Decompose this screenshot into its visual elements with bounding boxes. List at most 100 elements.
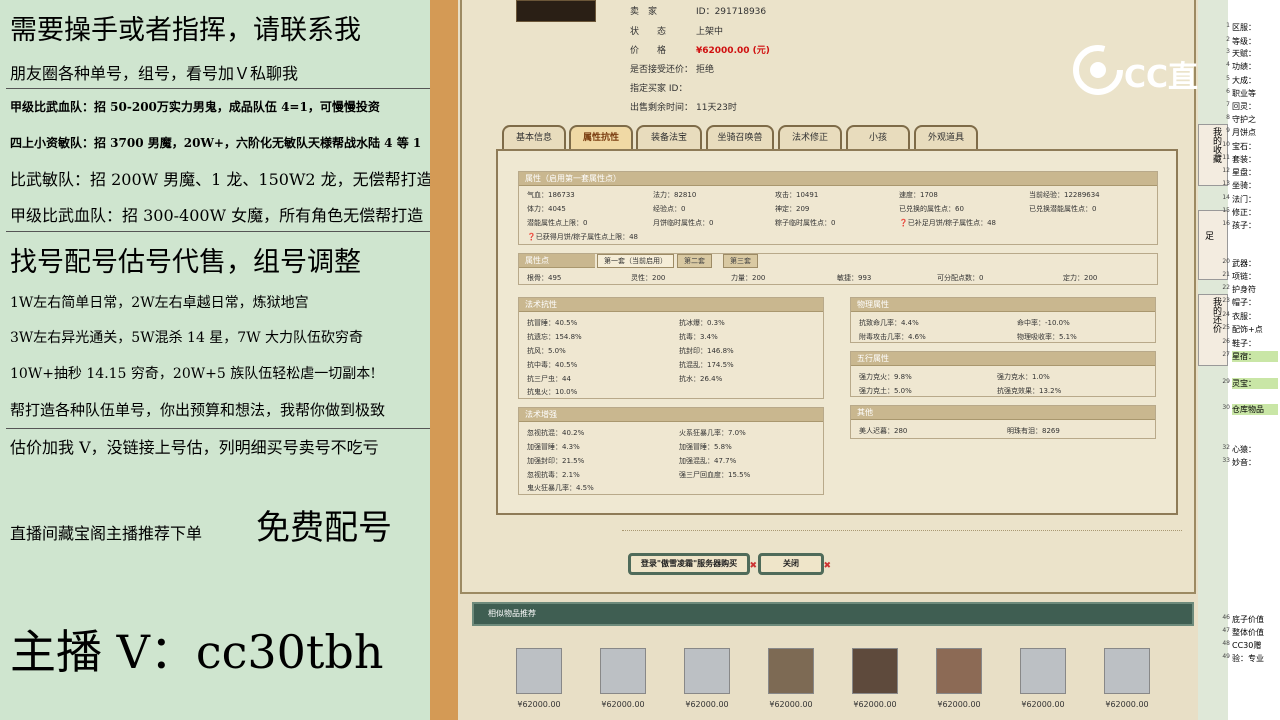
sheet-cell[interactable]: 法门：	[1232, 194, 1256, 205]
recommended-item[interactable]: ¥62000.00	[936, 648, 982, 709]
recommended-item[interactable]: ¥62000.00	[1104, 648, 1150, 709]
sheet-cell[interactable]: 护身符	[1232, 284, 1256, 295]
sheet-cell[interactable]: 仓库物品	[1232, 404, 1278, 415]
character-portrait	[516, 648, 562, 694]
recommended-item[interactable]: ¥62000.00	[852, 648, 898, 709]
sheet-row-number: 49	[1222, 653, 1230, 660]
tab-appearance[interactable]: 外观道具	[914, 125, 978, 149]
sheet-cell[interactable]: 等级：	[1232, 36, 1256, 47]
tab-attributes[interactable]: 属性抗性	[569, 125, 633, 149]
sheet-cell[interactable]: 整体价值	[1232, 627, 1264, 638]
box-header: 法术增强	[519, 408, 823, 422]
sheet-cell[interactable]: 宝石：	[1232, 141, 1256, 152]
sheet-cell[interactable]: CC30赠	[1232, 640, 1261, 651]
character-portrait	[1020, 648, 1066, 694]
sheet-cell[interactable]: 守护之	[1232, 114, 1256, 125]
sheet-cell[interactable]: 项链：	[1232, 271, 1256, 282]
sheet-cell[interactable]: 职业等	[1232, 88, 1256, 99]
sheet-cell[interactable]: 月饼点	[1232, 127, 1256, 138]
tab-point-set-2[interactable]: 第二套	[677, 254, 712, 268]
phys-cell: 抗致命几率：4.4%	[859, 319, 919, 327]
base-attr-box: 属性（启用第一套属性点） 气血：186733 法力：82810 攻击：10491…	[518, 171, 1158, 245]
sheet-cell[interactable]: 功绩：	[1232, 61, 1256, 72]
close-button[interactable]: 关闭 ✖	[758, 553, 831, 575]
divider	[6, 231, 430, 232]
stat-points-box: 属性点 第一套（当前启用） 第二套 第三套 根骨：495 灵性：200 力量：2…	[518, 253, 1158, 285]
sheet-cell[interactable]: 大成：	[1232, 75, 1256, 86]
close-icon: ✖	[749, 561, 757, 571]
sheet-cell[interactable]: 套装：	[1232, 154, 1256, 165]
sheet-cell[interactable]: 天赋：	[1232, 48, 1256, 59]
recommended-item[interactable]: ¥62000.00	[768, 648, 814, 709]
tab-point-set-1[interactable]: 第一套（当前启用）	[597, 254, 674, 268]
recommended-item[interactable]: ¥62000.00	[516, 648, 562, 709]
phys-cell: 物理吸收率：5.1%	[1017, 333, 1077, 341]
sheet-cell[interactable]: 回灵：	[1232, 101, 1256, 112]
sheet-row-number: 5	[1226, 75, 1230, 82]
sheet-cell[interactable]: 配饰+点	[1232, 324, 1263, 335]
sheet-cell[interactable]: 验：专业	[1232, 653, 1264, 664]
sheet-row-number: 30	[1222, 404, 1230, 411]
promo-line: 比武敏队：招 200W 男魔、1 龙、150W2 龙，无偿帮打造	[10, 170, 433, 189]
five-cell: 强力克土：5.0%	[859, 387, 912, 395]
promo-line: 直播间藏宝阁主播推荐下单	[10, 524, 203, 543]
attr-cell: 当前经验：12289634	[1029, 191, 1100, 199]
resist-cell: 抗封印：146.8%	[679, 347, 734, 355]
item-price: ¥62000.00	[517, 700, 561, 709]
sheet-row-number: 27	[1222, 351, 1230, 358]
sheet-row-number: 14	[1222, 194, 1230, 201]
promo-line: 朋友圈各种单号，组号，看号加Ｖ私聊我	[10, 64, 299, 83]
sheet-cell[interactable]: 区服：	[1232, 22, 1256, 33]
promo-line: 四上小资敏队：招 3700 男魔，20W+，六阶化无敏队天様帮战水陆 4 等 1	[10, 136, 422, 150]
sheet-cell[interactable]: 武器：	[1232, 258, 1256, 269]
boost-cell: 加强冒睡：4.3%	[527, 443, 580, 451]
sheet-row-number: 48	[1222, 640, 1230, 647]
promo-line: 1W左右简单日常，2W左右卓越日常，炼狱地宫	[10, 295, 309, 311]
recommended-item[interactable]: ¥62000.00	[1020, 648, 1066, 709]
sheet-cell[interactable]: 星宿：	[1232, 351, 1278, 362]
sheet-cell[interactable]: 灵宝：	[1232, 378, 1278, 389]
boost-cell: 加强混乱：47.7%	[679, 457, 737, 465]
sheet-cell[interactable]: 底子价值	[1232, 614, 1264, 625]
attr-cell: 月饼临时属性点：0	[653, 219, 714, 227]
sheet-cell[interactable]: 修正：	[1232, 207, 1256, 218]
sheet-cell[interactable]: 坐骑：	[1232, 180, 1256, 191]
attr-cell: 攻击：10491	[775, 191, 819, 199]
sheet-cell[interactable]: 鞋子：	[1232, 338, 1256, 349]
login-buy-button[interactable]: 登录"傲雪凌霜"服务器购买 ✖	[628, 553, 757, 575]
divider	[622, 530, 1182, 531]
sheet-cell[interactable]: 星盘：	[1232, 167, 1256, 178]
promo-line: 甲级比武血队：招 50-200万实力男鬼，成品队伍 4=1，可慢慢投资	[10, 100, 380, 114]
sheet-cell[interactable]: 妙音：	[1232, 457, 1256, 468]
sheet-row-number: 46	[1222, 614, 1230, 621]
tab-point-set-3[interactable]: 第三套	[723, 254, 758, 268]
sheet-cell[interactable]: 帽子：	[1232, 297, 1256, 308]
similar-items-header: 相似物品推荐	[472, 602, 1194, 626]
tab-equipment[interactable]: 装备法宝	[636, 125, 702, 149]
cc-logo-icon	[1073, 45, 1123, 95]
promo-line: 找号配号估号代售，组号调整	[10, 247, 361, 278]
point-cell: 定力：200	[1063, 274, 1098, 282]
point-cell: 敏捷：993	[837, 274, 872, 282]
sheet-cell[interactable]: 心猿：	[1232, 444, 1256, 455]
attr-cell: 体力：4045	[527, 205, 566, 213]
tab-mounts-pets[interactable]: 坐骑召唤兽	[706, 125, 774, 149]
item-price: ¥62000.00	[937, 700, 981, 709]
attr-cell: 已兑换的属性点：60	[899, 205, 964, 213]
help-icon[interactable]: ❓	[899, 219, 908, 227]
spell-resist-box: 法术抗性 抗冒睡：40.5% 抗冰爆：0.3% 抗遗忘：154.8% 抗毒：3.…	[518, 297, 824, 399]
recommended-item[interactable]: ¥62000.00	[600, 648, 646, 709]
tab-basic-info[interactable]: 基本信息	[502, 125, 566, 149]
recommended-item[interactable]: ¥62000.00	[684, 648, 730, 709]
sheet-cell[interactable]: 孩子：	[1232, 220, 1256, 231]
five-cell: 强力克水：1.0%	[997, 373, 1050, 381]
box-header: 法术抗性	[519, 298, 823, 312]
resist-cell: 抗冰爆：0.3%	[679, 319, 725, 327]
box-header: 五行属性	[851, 352, 1155, 366]
tab-spell-mod[interactable]: 法术修正	[778, 125, 842, 149]
sheet-cell[interactable]: 衣服：	[1232, 311, 1256, 322]
tab-child[interactable]: 小孩	[846, 125, 910, 149]
promo-line: 帮打造各种队伍单号，你出预算和想法，我帮你做到极致	[10, 401, 386, 419]
sheet-row-number: 32	[1222, 444, 1230, 451]
help-icon[interactable]: ❓	[527, 233, 536, 241]
